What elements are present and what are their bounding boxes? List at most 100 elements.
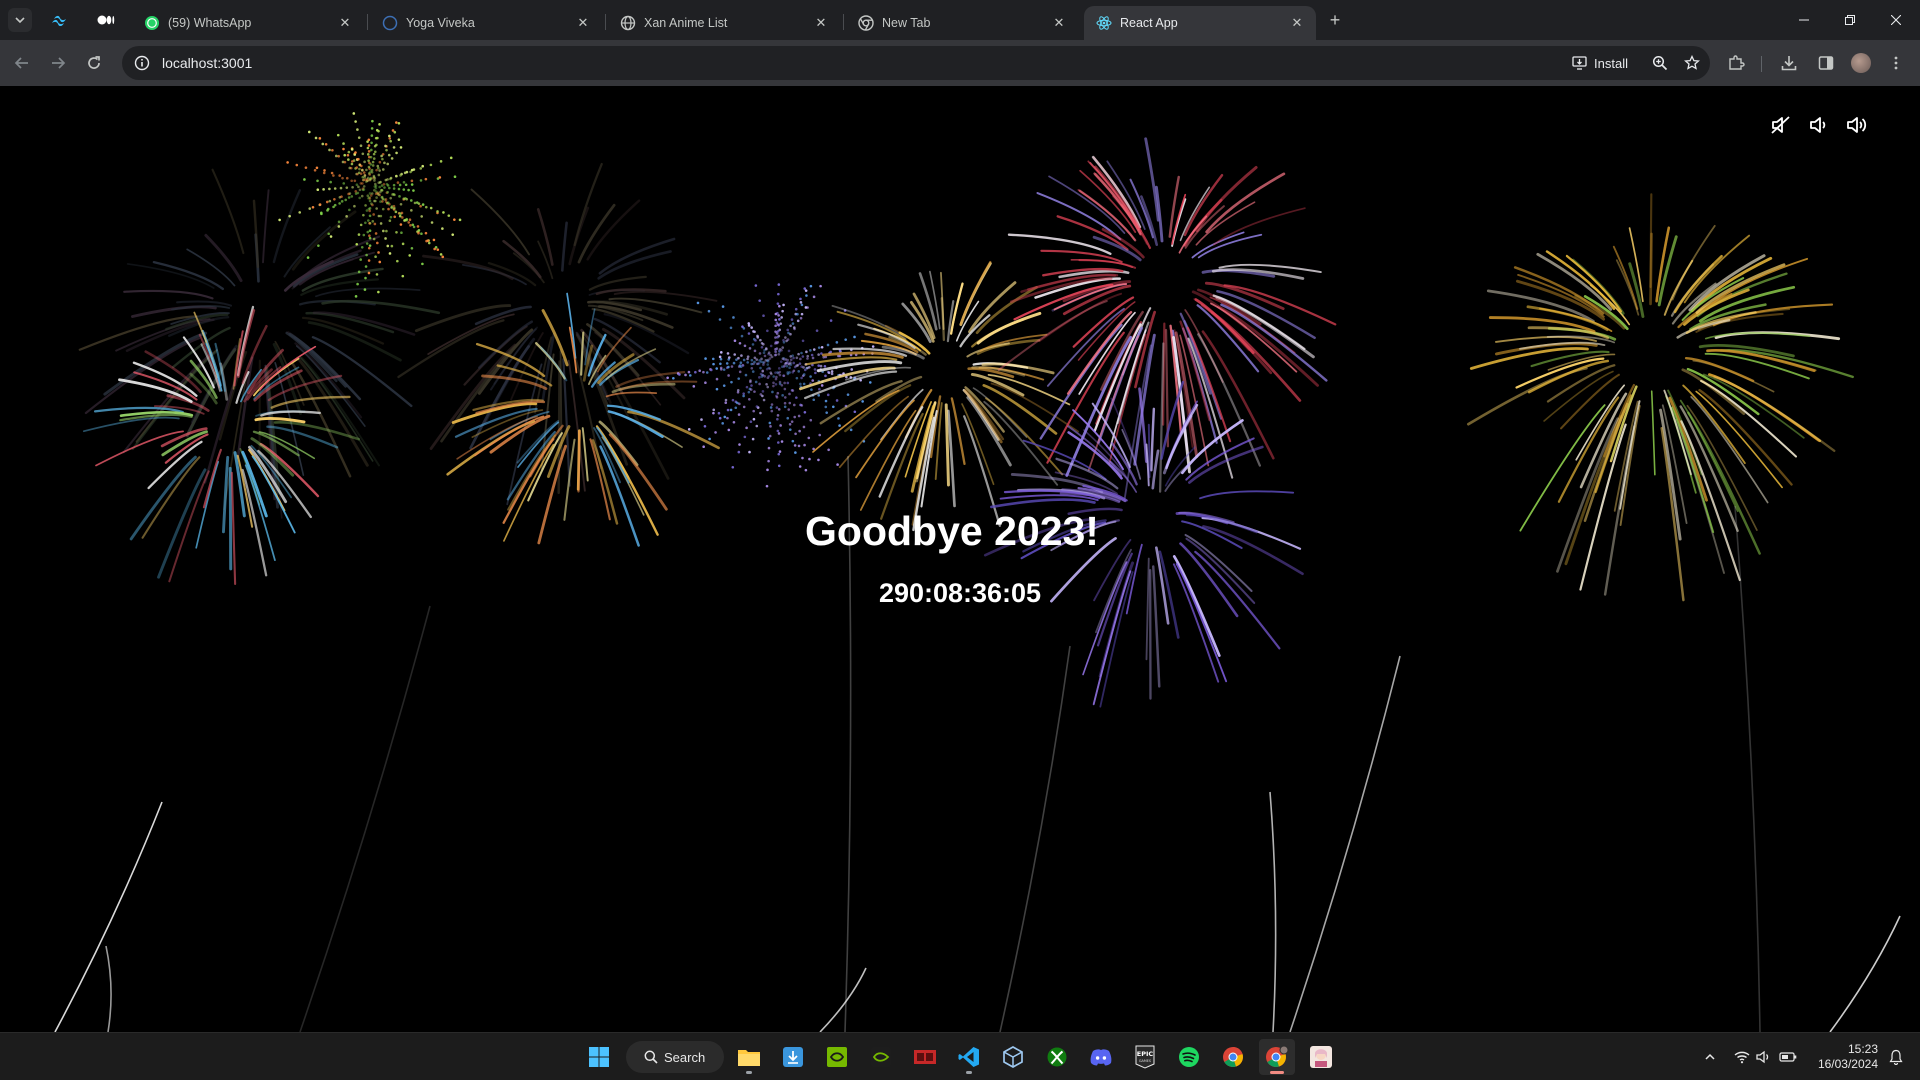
nvidia-icon [827,1047,847,1067]
running-indicator [966,1071,972,1074]
whatsapp-icon [144,15,160,31]
close-icon[interactable]: ✕ [336,14,354,32]
chevron-up-icon [1705,1053,1715,1060]
tab-xan-anime-list[interactable]: Xan Anime List ✕ [608,6,840,40]
extensions-button[interactable] [1722,49,1750,77]
taskbar-chrome[interactable] [1215,1039,1251,1075]
medium-icon [97,15,115,25]
install-label: Install [1594,55,1628,71]
close-icon[interactable]: ✕ [1288,14,1306,32]
taskbar-epic-games[interactable]: EPIC GAMES [1127,1039,1163,1075]
restore-icon [1845,15,1855,25]
epic-games-icon: EPICGAMES [1135,1045,1155,1069]
taskbar-spotify[interactable] [1171,1039,1207,1075]
battery-status[interactable] [1776,1043,1800,1071]
notification-button[interactable] [1886,1047,1906,1067]
volume-high-button[interactable] [1844,112,1870,138]
taskbar-discord[interactable] [1083,1039,1119,1075]
tab-title: React App [1120,16,1178,30]
tab-yoga-viveka[interactable]: Yoga Viveka ✕ [370,6,602,40]
restore-button[interactable] [1827,0,1873,40]
running-indicator [746,1071,752,1074]
show-hidden-icons-button[interactable] [1700,1043,1720,1071]
taskbar-chrome-profile[interactable] [1259,1039,1295,1075]
volume-low-button[interactable] [1806,112,1832,138]
rocket-trail [1269,791,1277,1032]
address-bar[interactable]: localhost:3001 Install [122,46,1710,80]
taskbar-vscode[interactable] [951,1039,987,1075]
taskbar-media-app[interactable] [907,1039,943,1075]
tab-divider [367,14,368,30]
new-tab-button[interactable]: + [1324,9,1346,31]
tab-react-app[interactable]: React App ✕ [1084,6,1316,40]
clock-date: 16/03/2024 [1817,1057,1878,1071]
side-panel-icon [1818,56,1834,70]
taskbar-xbox[interactable] [1039,1039,1075,1075]
site-icon [382,15,398,31]
taskbar-anime-app[interactable] [1303,1039,1339,1075]
tab-title: Yoga Viveka [406,16,475,30]
install-app-button[interactable]: Install [1562,50,1638,76]
taskbar-file-explorer[interactable] [731,1039,767,1075]
forward-button[interactable] [44,49,72,77]
app-installer-icon [783,1047,803,1067]
spotify-icon [1179,1047,1199,1067]
chevron-down-icon [15,17,25,24]
battery-icon [1779,1052,1797,1062]
pinned-tab-tailwind[interactable] [42,6,78,34]
fireworks-page: Goodbye 2023! 290:08:36:05 [0,86,1920,1032]
rocket-trail [1289,655,1401,1032]
countdown-timer: 290:08:36:05 [878,578,1042,608]
system-clock[interactable]: 15:23 16/03/2024 [1806,1042,1878,1072]
taskbar-app-installer[interactable] [775,1039,811,1075]
chrome-icon [858,15,874,31]
mute-button[interactable] [1768,112,1794,138]
downloads-button[interactable] [1775,49,1803,77]
close-icon [1891,15,1901,25]
start-button[interactable] [581,1039,617,1075]
side-panel-button[interactable] [1812,49,1840,77]
sound-controls [1768,112,1870,138]
tab-whatsapp[interactable]: (59) WhatsApp ✕ [132,6,364,40]
browser-toolbar: localhost:3001 Install [0,40,1920,86]
tab-search-button[interactable] [8,8,32,32]
wifi-status[interactable] [1731,1043,1753,1071]
rocket-trail [819,967,867,1032]
chrome-profile-icon [1266,1045,1289,1067]
browser-menu-button[interactable] [1882,49,1910,77]
site-info-icon[interactable] [128,49,156,77]
reload-icon [88,56,100,69]
taskbar-virtualbox[interactable] [995,1039,1031,1075]
back-button[interactable] [8,49,36,77]
taskbar-search[interactable]: Search [626,1041,724,1073]
reload-button[interactable] [80,49,108,77]
close-icon[interactable]: ✕ [812,14,830,32]
url-text[interactable]: localhost:3001 [162,55,1562,71]
tab-strip: (59) WhatsApp ✕ Yoga Viveka ✕ Xan Anime … [0,0,1920,40]
pinned-tab-medium[interactable] [88,6,124,34]
close-icon[interactable]: ✕ [574,14,592,32]
taskbar-geforce[interactable] [863,1039,899,1075]
start-icon [589,1047,609,1067]
media-app-icon [914,1050,936,1064]
profile-avatar[interactable] [1851,53,1871,73]
toolbar-divider [1761,56,1762,72]
download-icon [1781,56,1797,71]
volume-high-icon [1847,117,1867,133]
minimize-icon [1799,19,1809,21]
vscode-icon [958,1047,979,1067]
arrow-right-icon [52,57,66,69]
tab-new-tab[interactable]: New Tab ✕ [846,6,1078,40]
mute-icon [1771,116,1790,134]
taskbar-nvidia[interactable] [819,1039,855,1075]
bookmark-star-icon[interactable] [1678,49,1706,77]
firework-burst [997,137,1337,500]
close-icon[interactable]: ✕ [1050,14,1068,32]
minimize-button[interactable] [1781,0,1827,40]
globe-icon [620,15,636,31]
rocket-trail [54,801,163,1032]
volume-status[interactable] [1753,1043,1775,1071]
rocket-trail [105,945,112,1032]
close-window-button[interactable] [1873,0,1919,40]
zoom-icon[interactable] [1646,49,1674,77]
